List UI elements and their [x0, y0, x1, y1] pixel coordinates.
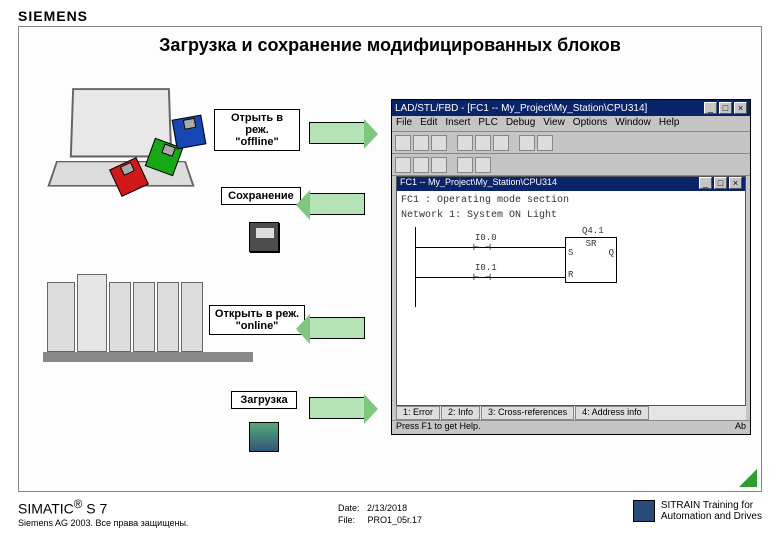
code-text: FC1 : Operating mode section Network 1: … [397, 191, 745, 321]
menu-options[interactable]: Options [573, 117, 607, 130]
menu-help[interactable]: Help [659, 117, 680, 130]
menu-plc[interactable]: PLC [478, 117, 497, 130]
arrow-offline [309, 122, 365, 144]
arrow-online [309, 317, 365, 339]
sitrain-brand: SITRAIN Training forAutomation and Drive… [633, 500, 762, 522]
menu-edit[interactable]: Edit [420, 117, 437, 130]
tab-xref[interactable]: 3: Cross-references [481, 406, 574, 420]
inner-titlebar: FC1 -- My_Project\My_Station\CPU314 _ □ … [397, 177, 745, 191]
menu-debug[interactable]: Debug [506, 117, 535, 130]
product-name: SIMATIC® S 7 [18, 498, 107, 517]
code-area: FC1 -- My_Project\My_Station\CPU314 _ □ … [396, 176, 746, 406]
inner-title: FC1 -- My_Project\My_Station\CPU314 [400, 177, 697, 191]
copyright: Siemens AG 2003. Все права защищены. [18, 518, 188, 528]
window-title: LAD/STL/FBD - [FC1 -- My_Project\My_Stat… [395, 103, 702, 114]
tool-cut-icon[interactable] [457, 135, 473, 151]
tool-branch-icon[interactable] [457, 157, 473, 173]
menu-window[interactable]: Window [615, 117, 651, 130]
tab-addr[interactable]: 4: Address info [575, 406, 649, 420]
editor-window: LAD/STL/FBD - [FC1 -- My_Project\My_Stat… [391, 99, 751, 435]
tool-new-icon[interactable] [395, 135, 411, 151]
label-save: Сохранение [221, 187, 301, 205]
tool-coil-icon[interactable] [413, 157, 429, 173]
slide-title: Загрузка и сохранение модифицированных б… [19, 27, 761, 60]
page-corner-icon [739, 469, 757, 487]
ladder-diagram: I0.0 ⊢ ⊣ I0.1 ⊢ ⊣ Q4.1 SR S R Q [415, 227, 741, 317]
footer: SIMATIC® S 7 Siemens AG 2003. Все права … [18, 498, 762, 534]
inner-min-button[interactable]: _ [699, 177, 712, 189]
tool-copy-icon[interactable] [475, 135, 491, 151]
toolbar-2 [392, 154, 750, 176]
maximize-button[interactable]: □ [719, 102, 732, 114]
label-download: Загрузка [231, 391, 297, 409]
tool-network-icon[interactable] [475, 157, 491, 173]
tool-paste-icon[interactable] [493, 135, 509, 151]
slide-frame: Загрузка и сохранение модифицированных б… [18, 26, 762, 492]
output-tabs: 1: Error 2: Info 3: Cross-references 4: … [396, 406, 746, 420]
tool-open-icon[interactable] [413, 135, 429, 151]
meta-info: Date: 2/13/2018 File: PRO1_05r.17 [338, 502, 422, 526]
inner-max-button[interactable]: □ [714, 177, 727, 189]
status-bar: Press F1 to get Help. Ab [392, 420, 750, 434]
label-open-offline: Отрыть в реж. "offline" [214, 109, 300, 151]
tool-download-icon[interactable] [519, 135, 535, 151]
minimize-button[interactable]: _ [704, 102, 717, 114]
menu-file[interactable]: File [396, 117, 412, 130]
floppy-blue-icon [172, 115, 207, 150]
tool-box-icon[interactable] [431, 157, 447, 173]
tab-info[interactable]: 2: Info [441, 406, 480, 420]
menu-bar[interactable]: File Edit Insert PLC Debug View Options … [392, 116, 750, 132]
close-button[interactable]: × [734, 102, 747, 114]
sitrain-logo-icon [633, 500, 655, 522]
arrow-save [309, 193, 365, 215]
arrow-download [309, 397, 365, 419]
inner-close-button[interactable]: × [729, 177, 742, 189]
tool-save-icon[interactable] [431, 135, 447, 151]
plc-rack-illustration [47, 272, 247, 362]
tab-error[interactable]: 1: Error [396, 406, 440, 420]
download-icon [249, 422, 279, 452]
tool-contact-icon[interactable] [395, 157, 411, 173]
menu-view[interactable]: View [543, 117, 565, 130]
toolbar-1 [392, 132, 750, 154]
brand-logo: SIEMENS [18, 8, 88, 24]
save-icon [249, 222, 279, 252]
menu-insert[interactable]: Insert [445, 117, 470, 130]
window-titlebar: LAD/STL/FBD - [FC1 -- My_Project\My_Stat… [392, 100, 750, 116]
tool-monitor-icon[interactable] [537, 135, 553, 151]
